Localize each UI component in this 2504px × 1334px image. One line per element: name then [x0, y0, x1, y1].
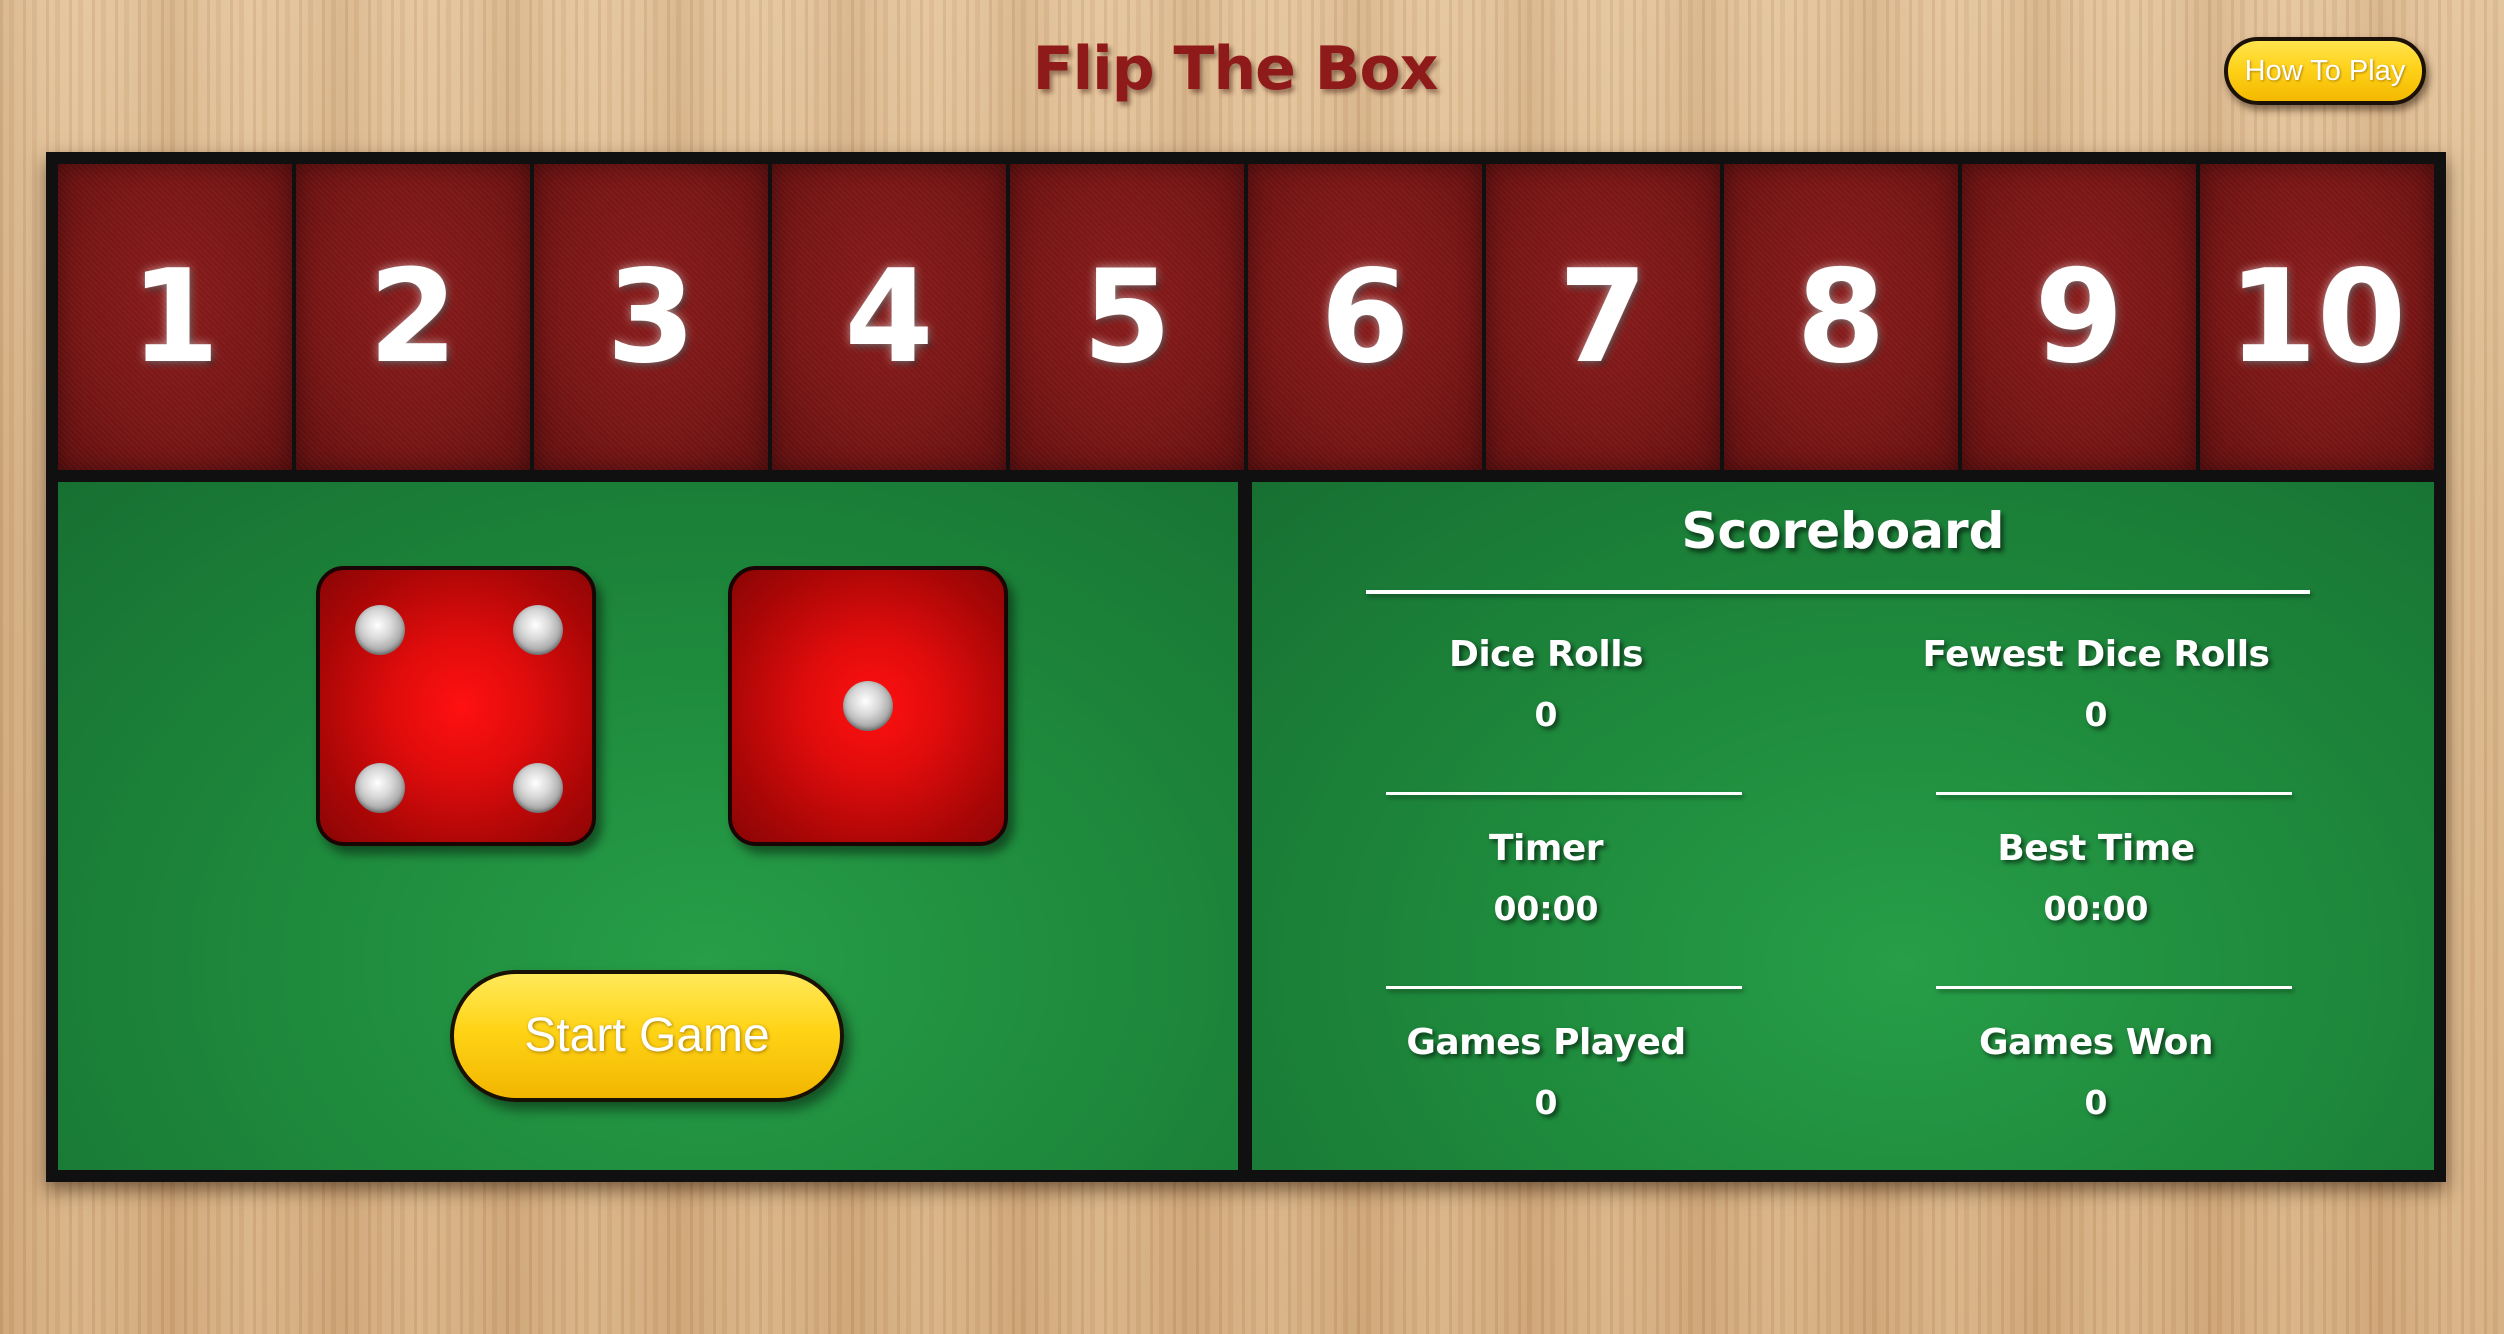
tile-number: 9 — [2034, 242, 2124, 392]
tile-4[interactable]: 4 — [772, 164, 1006, 470]
tile-number: 4 — [844, 242, 934, 392]
stat-label: Dice Rolls — [1448, 634, 1644, 675]
stat-timer: Timer 00:00 — [1356, 828, 1736, 928]
tile-number: 10 — [2227, 242, 2407, 392]
die-pip — [354, 762, 405, 813]
stat-dice-rolls: Dice Rolls 0 — [1356, 634, 1736, 734]
tile-number: 3 — [606, 242, 696, 392]
dice-area: Start Game — [58, 482, 1238, 1170]
die-left[interactable] — [316, 566, 596, 846]
stat-games-won: Games Won 0 — [1906, 1022, 2286, 1122]
stat-fewest-dice-rolls: Fewest Dice Rolls 0 — [1906, 634, 2286, 734]
die-right[interactable] — [728, 566, 1008, 846]
stat-best-time: Best Time 00:00 — [1906, 828, 2286, 928]
stat-value: 00:00 — [1493, 889, 1599, 928]
start-game-button[interactable]: Start Game — [450, 970, 844, 1102]
stat-value: 0 — [1534, 1083, 1558, 1122]
die-pip — [512, 762, 563, 813]
die-pip — [843, 681, 893, 731]
die-pip — [512, 604, 563, 655]
tile-2[interactable]: 2 — [296, 164, 530, 470]
die-pip — [354, 604, 405, 655]
game-title: Flip The Box — [1032, 34, 1439, 104]
stat-label: Games Won — [1978, 1022, 2214, 1063]
stat-value: 0 — [2084, 1083, 2108, 1122]
stat-label: Timer — [1488, 828, 1604, 869]
stat-label: Best Time — [1997, 828, 2195, 869]
tile-number: 6 — [1320, 242, 1410, 392]
tile-9[interactable]: 9 — [1962, 164, 2196, 470]
scoreboard-divider — [1366, 590, 2310, 594]
how-to-play-button[interactable]: How To Play — [2224, 37, 2426, 105]
game-board: 1 2 3 4 5 6 7 8 9 10 Start Game Scoreboa… — [46, 152, 2446, 1182]
tile-6[interactable]: 6 — [1248, 164, 1482, 470]
stat-label: Games Played — [1406, 1022, 1686, 1063]
tile-number: 8 — [1796, 242, 1886, 392]
stat-divider — [1386, 986, 1742, 989]
stat-divider — [1936, 986, 2292, 989]
number-tiles: 1 2 3 4 5 6 7 8 9 10 — [58, 164, 2434, 470]
scoreboard-title: Scoreboard — [1681, 502, 2005, 560]
stat-divider — [1386, 792, 1742, 795]
tile-7[interactable]: 7 — [1486, 164, 1720, 470]
stat-value: 0 — [2084, 695, 2108, 734]
tile-3[interactable]: 3 — [534, 164, 768, 470]
tile-10[interactable]: 10 — [2200, 164, 2434, 470]
tile-number: 1 — [130, 242, 220, 392]
stat-label: Fewest Dice Rolls — [1922, 634, 2270, 675]
stat-value: 0 — [1534, 695, 1558, 734]
scoreboard: Scoreboard Dice Rolls 0 Fewest Dice Roll… — [1252, 482, 2434, 1170]
stat-value: 00:00 — [2043, 889, 2149, 928]
tile-5[interactable]: 5 — [1010, 164, 1244, 470]
stat-divider — [1936, 792, 2292, 795]
tile-number: 7 — [1558, 242, 1648, 392]
tile-1[interactable]: 1 — [58, 164, 292, 470]
stat-games-played: Games Played 0 — [1356, 1022, 1736, 1122]
tile-number: 2 — [368, 242, 458, 392]
tile-number: 5 — [1082, 242, 1172, 392]
tile-8[interactable]: 8 — [1724, 164, 1958, 470]
